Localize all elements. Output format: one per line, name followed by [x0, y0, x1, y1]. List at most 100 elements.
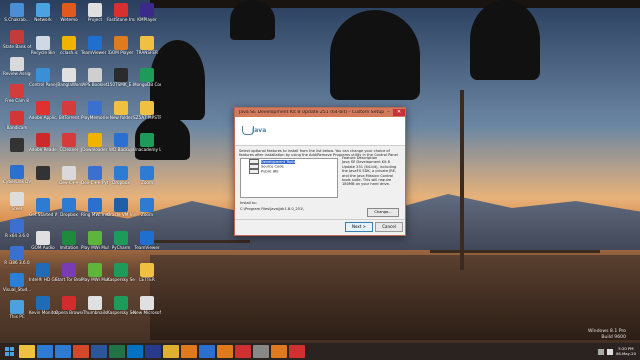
desktop-icon[interactable]: Kaspersky Secure C...	[107, 295, 135, 315]
start-button[interactable]	[0, 343, 18, 360]
desktop-icon[interactable]: CyberLink DVD Suite	[3, 165, 31, 184]
desktop-icon[interactable]: TeamViewer 13	[81, 35, 109, 55]
volume-icon[interactable]	[606, 348, 613, 355]
desktop-icon[interactable]: R x64 3.6.0	[3, 219, 31, 238]
desktop-icon[interactable]: Adobe Reader 9	[29, 133, 57, 152]
desktop-icon[interactable]: Adobe Application...	[29, 100, 57, 120]
taskbar-firefox-icon[interactable]	[181, 345, 197, 358]
desktop-icon[interactable]: Get Started With OneD...	[29, 198, 57, 217]
desktop-icon-label: Network	[34, 17, 52, 22]
desktop-icon[interactable]: New folder	[107, 100, 135, 120]
desktop-icon[interactable]: Review Assignmen...	[3, 57, 31, 76]
desktop-icon[interactable]: Oracle VM VirtualBox	[107, 198, 135, 217]
desktop-icon[interactable]: Dropbox	[55, 198, 83, 217]
minimize-button[interactable]: –	[384, 109, 393, 116]
network-icon[interactable]	[597, 348, 604, 355]
desktop-icon[interactable]: LETTER	[133, 263, 161, 282]
desktop-icon[interactable]: Opera Browser	[55, 295, 83, 315]
desktop-icon[interactable]: WD Backup	[107, 133, 135, 152]
desktop-icon[interactable]: Free Cam 8	[3, 84, 31, 103]
desktop-icon[interactable]: APS Booklet	[81, 68, 109, 87]
desktop-icon[interactable]: R i386 3.6.0	[3, 246, 31, 265]
desktop-icon[interactable]: TRANSFER	[133, 35, 161, 55]
desktop-icon[interactable]: This PC	[3, 300, 31, 319]
desktop-icon[interactable]: cclash.ic	[55, 35, 83, 55]
taskbar-app-gray-icon[interactable]	[253, 345, 269, 358]
feature-item[interactable]: Public JRE	[241, 169, 337, 174]
desktop-icon-label: KMPlayer	[137, 17, 157, 22]
desktop-icon[interactable]: Ring MWi Instructor	[81, 198, 109, 217]
desktop-icon[interactable]: Play MWi Multiplayer	[81, 263, 109, 282]
desktop-icon[interactable]: BitTorrent	[55, 100, 83, 120]
desktop-icon[interactable]: S.Chakrab...	[3, 3, 31, 22]
app-icon	[88, 100, 102, 115]
desktop-icon[interactable]: Imitation	[55, 230, 83, 250]
taskbar-store-icon[interactable]	[55, 345, 71, 358]
desktop-icon[interactable]: TeamViewer	[133, 230, 161, 250]
taskbar-outlook-icon[interactable]	[127, 345, 143, 358]
desktop-icon[interactable]: Dev-C++ Python	[81, 165, 109, 185]
desktop-icon[interactable]: Recycle Bin	[29, 35, 57, 55]
desktop-icon[interactable]: Network	[29, 3, 57, 22]
desktop-icon[interactable]: GOM Player	[107, 35, 135, 55]
app-icon	[88, 263, 102, 277]
next-button[interactable]: Next >	[345, 222, 373, 232]
taskbar-excel-icon[interactable]	[109, 345, 125, 358]
taskbar-app-blue-icon[interactable]	[199, 345, 215, 358]
desktop-icon[interactable]: Kaspersky Secure C...	[107, 263, 135, 282]
desktop-icon[interactable]: Dev-C++	[55, 165, 83, 185]
desktop-icon[interactable]: GOM Audio	[29, 230, 57, 250]
desktop-icon[interactable]: KMPlayer	[133, 3, 161, 22]
desktop-icon[interactable]: Steer	[3, 192, 31, 211]
taskbar-file-explorer-icon[interactable]	[19, 345, 35, 358]
taskbar-chrome-icon[interactable]	[163, 345, 179, 358]
desktop-icon[interactable]: Wetemo	[55, 3, 83, 22]
desktop-icon[interactable]: State Bank of India	[3, 30, 31, 49]
desktop-icon[interactable]: Thumbnails	[81, 295, 109, 315]
taskbar-app-red-icon[interactable]	[235, 345, 251, 358]
desktop-icon[interactable]: Zoom	[133, 165, 161, 185]
desktop-icon[interactable]: MongoDB Compass	[133, 68, 161, 87]
desktop-icon[interactable]: JDownloader 2	[81, 133, 109, 152]
taskbar-powerpoint-icon[interactable]	[73, 345, 89, 358]
desktop-icon[interactable]: Control Panel	[29, 68, 57, 87]
desktop-icon[interactable]: Project	[81, 3, 109, 22]
cancel-button[interactable]: Cancel	[375, 222, 403, 232]
desktop-icon-label: SZ5A7 MPSTP	[133, 114, 161, 120]
close-button[interactable]: ✕	[393, 109, 405, 116]
desktop-icon[interactable]: Start Tor Browser	[55, 263, 83, 282]
taskbar-edge-icon[interactable]	[37, 345, 53, 358]
desktop-icon[interactable]: SZ5A7 MPSTP	[133, 100, 161, 120]
taskbar-app-orange-icon[interactable]	[217, 345, 233, 358]
desktop-icon-label: Zoom	[140, 212, 154, 217]
desktop-icon[interactable]: Bandicam	[3, 111, 31, 130]
feature-tree[interactable]: Development Tools Source Code Public JRE	[240, 158, 338, 198]
drive-icon[interactable]	[249, 169, 259, 174]
desktop-icon[interactable]: PyCharm	[107, 230, 135, 250]
desktop-icon[interactable]	[29, 165, 57, 180]
change-button[interactable]: Change...	[367, 208, 399, 217]
taskbar-vlc-icon[interactable]	[271, 345, 287, 358]
desktop-icon-label: CyberLink DVD Suite	[3, 179, 31, 184]
desktop-icon[interactable]	[3, 138, 31, 152]
desktop-icon[interactable]: New Microsoft...	[133, 295, 161, 315]
taskbar-java-icon[interactable]	[289, 345, 305, 358]
clock[interactable]: 5:20 PM 08-May-20	[616, 346, 636, 356]
desktop-icon[interactable]: _BanglaWord	[55, 68, 83, 87]
app-icon	[140, 133, 154, 147]
desktop-icon[interactable]: Zoom	[133, 198, 161, 217]
desktop-icon[interactable]: Unacademy Learning...	[133, 133, 161, 152]
desktop-icon[interactable]: 150TSMK_E...	[107, 68, 135, 87]
app-icon	[10, 30, 24, 44]
desktop-icon[interactable]: FastStone Image Viewer	[107, 3, 135, 22]
desktop-icon[interactable]: Kevin Monitor	[29, 295, 57, 315]
desktop-icon[interactable]: Dropbox	[107, 165, 135, 185]
desktop-icon[interactable]: CCleaner	[55, 133, 83, 152]
desktop-icon[interactable]: Play MWi Multiplayer	[81, 230, 109, 250]
desktop-icon[interactable]: PlayMemories Home	[81, 100, 109, 120]
taskbar-word-icon[interactable]	[91, 345, 107, 358]
dialog-titlebar[interactable]: Java SE Development Kit 8 Update 251 (64…	[235, 108, 405, 117]
taskbar-photoshop-icon[interactable]	[145, 345, 161, 358]
desktop-icon[interactable]: Visual_Stud... Code	[3, 273, 31, 292]
desktop-icon[interactable]: Intel® HD Graphics C...	[29, 263, 57, 282]
